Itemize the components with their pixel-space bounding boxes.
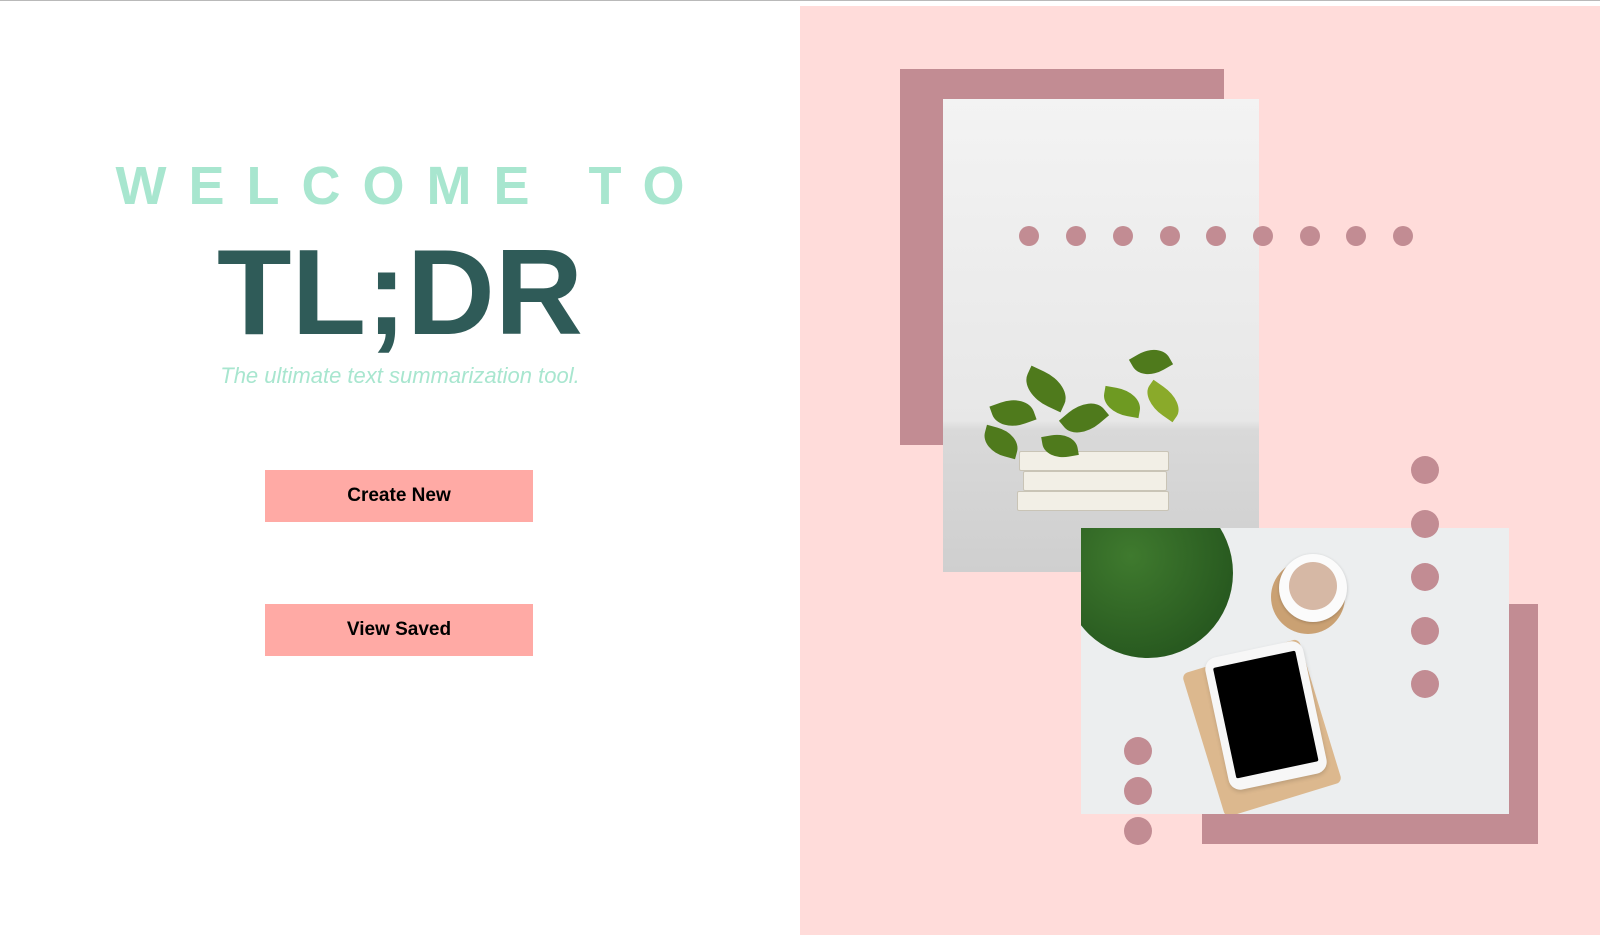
decor-dot [1411, 510, 1439, 538]
decorative-panel [800, 6, 1600, 935]
decor-dot [1113, 226, 1133, 246]
leaf [1058, 393, 1110, 443]
decor-dot [1160, 226, 1180, 246]
decor-dot [1300, 226, 1320, 246]
decor-dot [1066, 226, 1086, 246]
decor-dot [1124, 817, 1152, 845]
book-1 [1017, 491, 1169, 511]
leaf [980, 424, 1022, 460]
coffee-cup [1279, 554, 1347, 622]
decor-dot [1411, 563, 1439, 591]
book-3 [1019, 451, 1169, 471]
welcome-heading: WELCOME TO [115, 156, 707, 216]
leaf [1139, 379, 1187, 423]
decor-dot [1411, 456, 1439, 484]
view-saved-button[interactable]: View Saved [265, 604, 533, 656]
book-2 [1023, 471, 1167, 491]
decor-dot [1253, 226, 1273, 246]
decor-dot [1019, 226, 1039, 246]
create-new-button[interactable]: Create New [265, 470, 533, 522]
decor-dot [1411, 617, 1439, 645]
decor-dot [1124, 737, 1152, 765]
decor-dot [1393, 226, 1413, 246]
phone-screen [1212, 650, 1319, 779]
decor-dot [1346, 226, 1366, 246]
decor-dot [1411, 670, 1439, 698]
decor-dot [1206, 226, 1226, 246]
welcome-panel: WELCOME TO TL;DR The ultimate text summa… [0, 1, 800, 935]
app-title: TL;DR [217, 224, 583, 360]
desk-flatlay-photo [1081, 528, 1509, 814]
leaf [1128, 341, 1174, 383]
app-tagline: The ultimate text summarization tool. [220, 363, 580, 388]
coffee [1289, 562, 1337, 610]
monstera-leaf [1081, 528, 1233, 658]
plant-and-books-photo [943, 99, 1259, 572]
decor-dot [1124, 777, 1152, 805]
